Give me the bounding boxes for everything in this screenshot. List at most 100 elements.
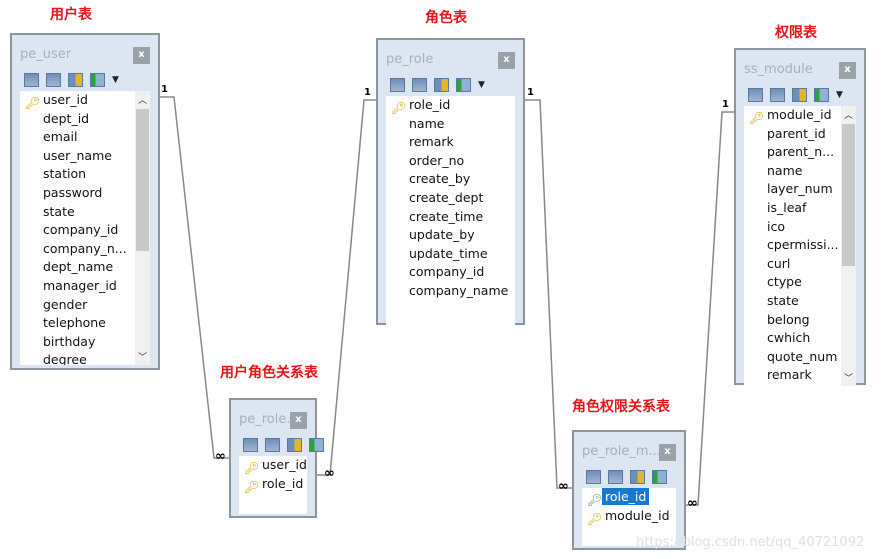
field-row[interactable]: 🔑︎ role_id <box>239 475 307 494</box>
field-row[interactable]: parent_n... <box>744 143 856 162</box>
field-row[interactable]: manager_id <box>20 277 150 296</box>
close-button[interactable]: x <box>839 62 856 79</box>
table-properties-icon[interactable] <box>608 470 623 484</box>
field-row[interactable]: curl <box>744 255 856 274</box>
scroll-thumb[interactable] <box>842 124 855 266</box>
field-row[interactable]: 🔑︎ module_id <box>744 106 856 125</box>
close-button[interactable]: x <box>290 412 307 429</box>
field-row[interactable]: telephone <box>20 314 150 333</box>
field-row[interactable]: email <box>20 128 150 147</box>
field-name: cpermissi... <box>767 237 839 253</box>
table-properties-icon[interactable] <box>770 88 785 102</box>
field-row[interactable]: dept_name <box>20 258 150 277</box>
field-name: dept_id <box>43 110 90 126</box>
import-icon[interactable] <box>456 78 471 92</box>
table-title: ss_module <box>744 62 813 77</box>
field-row[interactable]: gender <box>20 296 150 315</box>
table-properties-icon[interactable] <box>412 78 427 92</box>
close-button[interactable]: x <box>498 52 515 69</box>
scroll-thumb[interactable] <box>136 109 149 251</box>
field-row[interactable]: degree <box>20 351 150 365</box>
field-row[interactable]: update_by <box>386 226 515 245</box>
scroll-down-icon[interactable]: ﹀ <box>841 371 856 384</box>
close-button[interactable]: x <box>133 47 150 64</box>
close-button[interactable]: x <box>659 444 676 461</box>
edit-table-icon[interactable] <box>24 73 39 87</box>
field-row[interactable]: company_n... <box>20 240 150 259</box>
field-row[interactable]: 🔑︎ module_id <box>582 507 676 526</box>
field-row[interactable]: create_by <box>386 170 515 189</box>
field-row[interactable]: ctype <box>744 273 856 292</box>
table-pe-role-module[interactable]: pe_role_m... x 🔑︎ role_id 🔑︎ module_id <box>572 430 686 550</box>
primary-key-icon[interactable] <box>434 78 449 92</box>
field-row[interactable]: ico <box>744 218 856 237</box>
field-row[interactable]: company_id <box>20 221 150 240</box>
field-row[interactable]: update_time <box>386 245 515 264</box>
field-row[interactable]: create_time <box>386 208 515 227</box>
field-name: telephone <box>43 315 106 331</box>
field-row[interactable]: 🔑︎ user_id <box>20 91 150 110</box>
key-icon: 🔑︎ <box>244 479 260 494</box>
table-title: pe_role <box>386 52 434 67</box>
table-pe-role-user[interactable]: pe_role... x 🔑︎ user_id 🔑︎ role_id <box>229 398 324 518</box>
scroll-down-icon[interactable]: ﹀ <box>135 350 150 363</box>
edit-table-icon[interactable] <box>748 88 763 102</box>
import-icon[interactable] <box>814 88 829 102</box>
scroll-up-icon[interactable]: ︿ <box>841 108 856 121</box>
field-row[interactable]: birthday <box>20 333 150 352</box>
field-row[interactable]: remark <box>386 133 515 152</box>
scroll-up-icon[interactable]: ︿ <box>135 93 150 106</box>
field-row[interactable]: order_no <box>386 152 515 171</box>
import-icon[interactable] <box>309 438 324 452</box>
edit-table-icon[interactable] <box>586 470 601 484</box>
field-row[interactable]: create_dept <box>386 189 515 208</box>
field-row[interactable]: company_id <box>386 263 515 282</box>
field-name: ctype <box>767 274 802 290</box>
field-row[interactable]: is_leaf <box>744 199 856 218</box>
primary-key-icon[interactable] <box>287 438 302 452</box>
edit-table-icon[interactable] <box>390 78 405 92</box>
table-properties-icon[interactable] <box>46 73 61 87</box>
field-row[interactable]: cpermissi... <box>744 236 856 255</box>
primary-key-icon[interactable] <box>792 88 807 102</box>
table-pe-user[interactable]: pe_user x ▼ 🔑︎ user_id dept_id email user_na… <box>10 33 160 370</box>
field-row[interactable]: company_name <box>386 282 515 301</box>
field-row[interactable]: password <box>20 184 150 203</box>
field-row[interactable]: state <box>20 203 150 222</box>
field-row[interactable]: parent_id <box>744 125 856 144</box>
field-row[interactable]: remark <box>744 366 856 385</box>
field-row[interactable]: belong <box>744 311 856 330</box>
field-row[interactable]: name <box>386 115 515 134</box>
table-properties-icon[interactable] <box>265 438 280 452</box>
field-row[interactable]: quote_num <box>744 348 856 367</box>
field-row[interactable]: layer_num <box>744 180 856 199</box>
field-name: user_name <box>43 147 112 163</box>
field-row[interactable]: state <box>744 292 856 311</box>
primary-key-icon[interactable] <box>68 73 83 87</box>
field-row[interactable]: dept_id <box>20 110 150 129</box>
table-ss-module[interactable]: ss_module x ▼ 🔑︎ module_id parent_id parent… <box>734 48 866 386</box>
dropdown-arrow-icon[interactable]: ▼ <box>112 75 119 85</box>
cardinality-many: ∞ <box>687 496 698 511</box>
table-pe-role[interactable]: pe_role x ▼ 🔑︎ role_id name remark order_no c… <box>376 38 525 326</box>
import-icon[interactable] <box>652 470 667 484</box>
scrollbar[interactable]: ︿ ﹀ <box>135 91 150 365</box>
import-icon[interactable] <box>90 73 105 87</box>
field-row[interactable]: 🔑︎ user_id <box>239 456 307 475</box>
field-name: create_time <box>409 208 484 224</box>
cardinality-many: ∞ <box>324 466 335 481</box>
field-row[interactable]: 🔑︎ role_id <box>386 96 515 115</box>
primary-key-icon[interactable] <box>630 470 645 484</box>
field-row[interactable]: 🔑︎ role_id <box>582 488 676 507</box>
field-row[interactable]: user_name <box>20 147 150 166</box>
cardinality-one: 1 <box>722 99 729 110</box>
scrollbar[interactable]: ︿ ﹀ <box>841 106 856 386</box>
dropdown-arrow-icon[interactable]: ▼ <box>836 90 843 100</box>
field-name: create_dept <box>409 189 484 205</box>
field-row[interactable]: name <box>744 162 856 181</box>
dropdown-arrow-icon[interactable]: ▼ <box>478 80 485 90</box>
field-row[interactable]: cwhich <box>744 329 856 348</box>
cardinality-one: 1 <box>527 87 534 98</box>
edit-table-icon[interactable] <box>243 438 258 452</box>
field-row[interactable]: station <box>20 165 150 184</box>
